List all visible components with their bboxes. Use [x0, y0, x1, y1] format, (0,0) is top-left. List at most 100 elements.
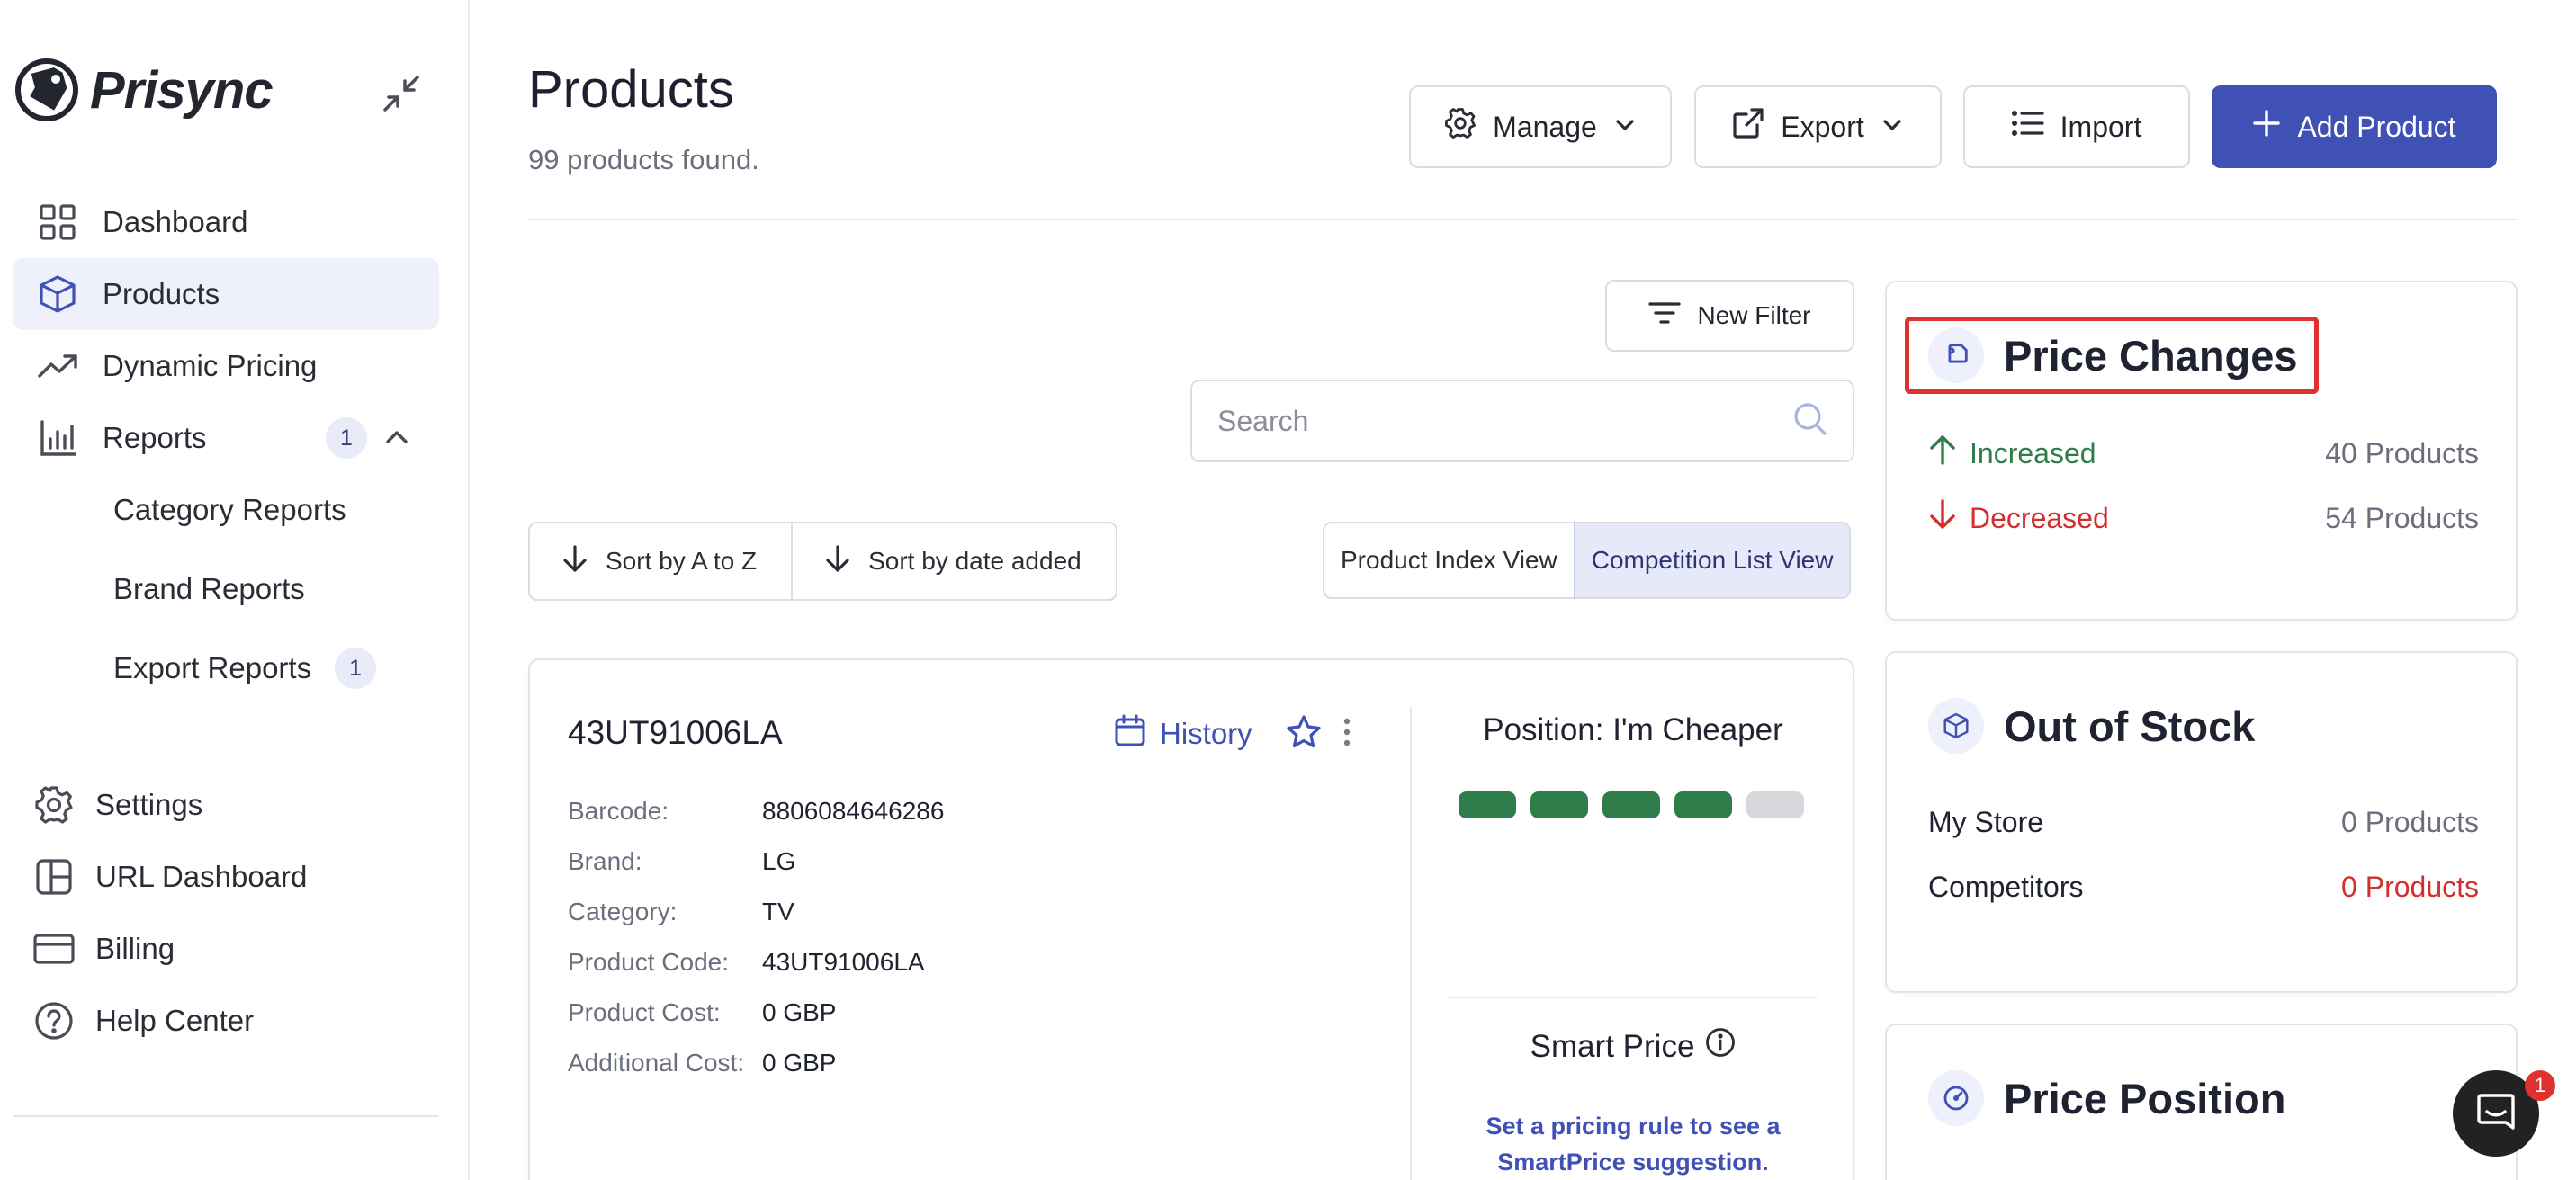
history-link[interactable]: History [1115, 714, 1252, 754]
field-key: Category: [568, 898, 678, 925]
reports-badge: 1 [326, 417, 367, 459]
cube-icon [13, 258, 103, 330]
chevron-up-icon[interactable] [383, 424, 410, 455]
field-key: Barcode: [568, 797, 669, 825]
star-icon[interactable] [1286, 714, 1322, 755]
calendar-icon [1115, 714, 1145, 754]
dashboard-icon [13, 186, 103, 258]
position-indicator [1459, 791, 1804, 818]
sidebar-item-label: Billing [95, 932, 175, 965]
price-position-title: Price Position [2004, 1074, 2286, 1122]
field-brand: Brand: LG [568, 847, 795, 876]
import-button[interactable]: Import [1963, 85, 2190, 168]
field-key: Product Code: [568, 948, 729, 976]
field-value: 43UT91006LA [762, 948, 925, 976]
competition-list-view-button[interactable]: Competition List View [1573, 523, 1850, 597]
field-key: Additional Cost: [568, 1049, 745, 1077]
field-product-code: Product Code: 43UT91006LA [568, 948, 925, 977]
sidebar-item-products[interactable]: Products [13, 258, 439, 330]
field-additional-cost: Additional Cost: 0 GBP [568, 1049, 836, 1077]
products-count: 99 products found. [528, 144, 759, 175]
layout-icon [13, 841, 95, 913]
export-reports-badge: 1 [335, 648, 377, 689]
filter-lines-icon [1648, 301, 1682, 331]
field-key: Product Cost: [568, 998, 721, 1026]
history-label: History [1160, 717, 1252, 750]
sort-by-date-button[interactable]: Sort by date added [791, 523, 1116, 599]
sidebar-item-help-center[interactable]: Help Center [13, 985, 439, 1057]
smart-price-note[interactable]: Set a pricing rule to see a SmartPrice s… [1448, 1108, 1818, 1180]
card-divider [1448, 997, 1818, 998]
export-button-label: Export [1781, 110, 1864, 143]
sidebar-item-billing[interactable]: Billing [13, 913, 439, 985]
increased-value: 40 Products [2325, 436, 2479, 469]
my-store-value: 0 Products [2341, 806, 2479, 838]
out-of-stock-header: Out of Stock [1928, 698, 2255, 754]
gear-icon [13, 769, 95, 841]
sidebar-item-brand-reports[interactable]: Brand Reports [113, 562, 305, 616]
info-icon[interactable] [1705, 1027, 1736, 1066]
out-of-stock-title: Out of Stock [2004, 702, 2256, 750]
chat-icon [2476, 1092, 2516, 1136]
position-segment [1459, 791, 1516, 818]
sidebar-item-reports[interactable]: Reports 1 [13, 402, 439, 474]
logo-text: Prisync [90, 61, 274, 120]
sort-by-date-label: Sort by date added [868, 547, 1082, 575]
page-title: Products [528, 60, 734, 119]
sidebar-item-category-reports[interactable]: Category Reports [113, 483, 346, 537]
logo[interactable]: Prisync [13, 54, 274, 127]
add-product-button[interactable]: Add Product [2212, 85, 2497, 168]
sidebar-item-label: Help Center [95, 1004, 255, 1037]
competitors-row[interactable]: Competitors 0 Products [1928, 871, 2479, 904]
my-store-row[interactable]: My Store 0 Products [1928, 806, 2479, 839]
product-index-view-button[interactable]: Product Index View [1324, 523, 1574, 597]
field-product-cost: Product Cost: 0 GBP [568, 998, 836, 1027]
manage-button[interactable]: Manage [1409, 85, 1672, 168]
credit-card-icon [13, 913, 95, 985]
gauge-icon [1928, 1070, 1984, 1126]
increased-row[interactable]: Increased 40 Products [1928, 434, 2479, 473]
chevron-down-icon [1613, 111, 1637, 144]
search-icon[interactable] [1793, 402, 1827, 441]
external-link-icon [1732, 107, 1764, 147]
header-divider [528, 219, 2518, 220]
competitors-value: 0 Products [2341, 871, 2479, 903]
sort-a-to-z-label: Sort by A to Z [606, 547, 758, 575]
plus-icon [2252, 109, 2281, 145]
sidebar-item-dashboard[interactable]: Dashboard [13, 186, 439, 258]
position-segment [1530, 791, 1588, 818]
sidebar-item-url-dashboard[interactable]: URL Dashboard [13, 841, 439, 913]
product-name[interactable]: 43UT91006LA [568, 714, 783, 752]
export-button[interactable]: Export [1694, 85, 1942, 168]
search-input[interactable] [1217, 404, 1793, 438]
decreased-row[interactable]: Decreased 54 Products [1928, 498, 2479, 538]
new-filter-button[interactable]: New Filter [1605, 280, 1854, 352]
price-position-header: Price Position [1928, 1070, 2285, 1126]
new-filter-label: New Filter [1697, 301, 1811, 329]
list-icon [2011, 110, 2044, 144]
more-vertical-icon[interactable] [1340, 714, 1354, 755]
position-segment [1674, 791, 1732, 818]
field-value: 0 GBP [762, 1049, 837, 1077]
price-changes-panel: Price Changes Increased 40 Products Decr… [1885, 281, 2518, 621]
smart-price-label: Smart Price [1530, 1028, 1695, 1064]
prisync-logo-icon [13, 54, 81, 127]
sidebar-item-export-reports[interactable]: Export Reports 1 [113, 641, 377, 695]
price-position-panel: Price Position [1885, 1024, 2518, 1180]
sidebar-item-label: Reports [103, 421, 207, 454]
decreased-value: 54 Products [2325, 501, 2479, 534]
increased-label: Increased [1970, 436, 2096, 469]
sidebar-item-dynamic-pricing[interactable]: Dynamic Pricing [13, 330, 439, 402]
price-changes-title: Price Changes [2004, 331, 2298, 380]
collapse-sidebar-icon[interactable] [378, 70, 425, 117]
arrow-up-icon [1928, 434, 1957, 473]
field-category: Category: TV [568, 898, 794, 926]
sidebar-item-label: Export Reports [113, 651, 312, 684]
sidebar-item-settings[interactable]: Settings [13, 769, 439, 841]
my-store-label: My Store [1928, 806, 2044, 838]
sidebar: Prisync Dashboard Products Dynamic Prici… [0, 0, 470, 1180]
manage-button-label: Manage [1493, 110, 1597, 143]
add-product-button-label: Add Product [2297, 110, 2456, 143]
trending-up-icon [13, 330, 103, 402]
sort-a-to-z-button[interactable]: Sort by A to Z [530, 523, 791, 599]
